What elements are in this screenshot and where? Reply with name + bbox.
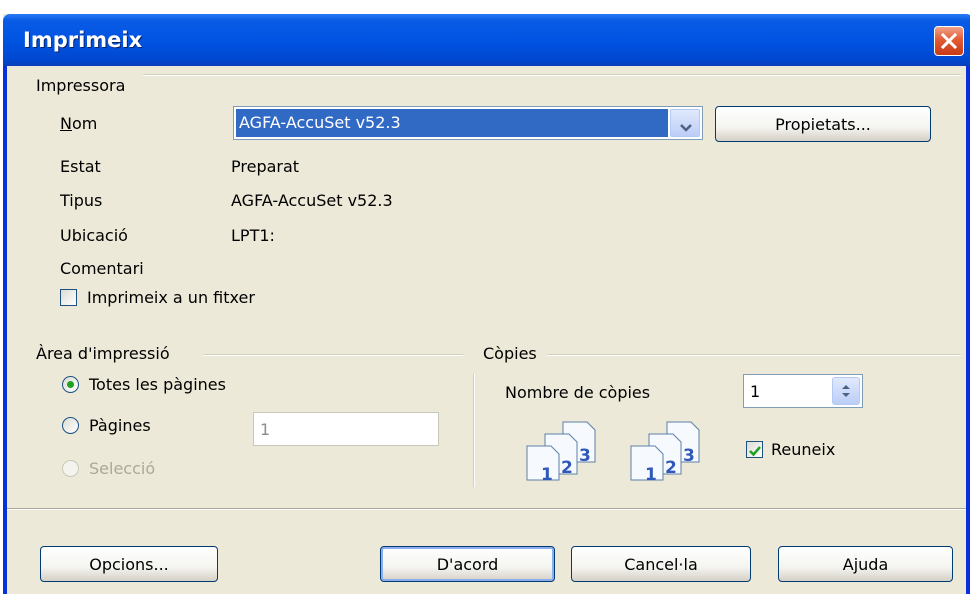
print-area-group-label: Àrea d'impressió <box>36 344 178 363</box>
copy-count-stepper-buttons[interactable] <box>832 377 860 405</box>
copies-group-label: Còpies <box>483 344 545 363</box>
selection-label[interactable]: Selecció <box>89 459 155 478</box>
copy-count-spinner[interactable]: 1 <box>743 374 863 408</box>
collate-label[interactable]: Reuneix <box>771 440 835 459</box>
help-button[interactable]: Ajuda <box>778 546 953 582</box>
dialog-title: Imprimeix <box>23 28 143 52</box>
collate-checkbox[interactable] <box>746 441 763 458</box>
collate-pages-icon-2: 3 2 1 <box>627 416 707 486</box>
radio-selected-dot <box>67 381 74 388</box>
spin-updown-icon <box>840 382 852 404</box>
print-to-file-label[interactable]: Imprimeix a un fitxer <box>87 288 255 307</box>
title-bar[interactable]: Imprimeix <box>3 14 970 66</box>
print-area-group-line <box>203 354 463 356</box>
location-label: Ubicació <box>60 226 128 245</box>
type-value: AGFA-AccuSet v52.3 <box>231 191 393 210</box>
help-button-label: Ajuda <box>842 554 889 574</box>
svg-text:3: 3 <box>683 446 695 466</box>
printer-name-select[interactable]: AGFA-AccuSet v52.3 <box>233 106 703 140</box>
print-to-file-checkbox[interactable] <box>60 289 77 306</box>
printer-name-label: Nom <box>60 114 98 133</box>
all-pages-radio[interactable] <box>62 376 79 393</box>
all-pages-label[interactable]: Totes les pàgines <box>89 375 226 394</box>
pages-label[interactable]: Pàgines <box>89 416 151 435</box>
ok-button[interactable]: D'acord <box>380 546 555 582</box>
svg-text:3: 3 <box>579 446 591 466</box>
options-button[interactable]: Opcions... <box>40 546 218 582</box>
location-value: LPT1: <box>231 226 275 245</box>
printer-dropdown-button[interactable] <box>670 109 700 137</box>
svg-text:2: 2 <box>665 458 677 478</box>
properties-button-label: Propietats... <box>775 114 871 134</box>
printer-group-line <box>143 74 961 76</box>
checkmark-icon <box>748 443 762 462</box>
selection-radio[interactable] <box>62 460 79 477</box>
copies-group-line <box>547 354 961 356</box>
comment-label: Comentari <box>60 259 144 278</box>
pages-range-input[interactable]: 1 <box>253 412 439 446</box>
printer-name-value: AGFA-AccuSet v52.3 <box>239 113 401 132</box>
type-label: Tipus <box>60 191 103 210</box>
button-separator <box>7 508 966 510</box>
status-label: Estat <box>60 157 101 176</box>
window-border-right <box>966 66 970 594</box>
svg-text:1: 1 <box>541 465 553 482</box>
pages-range-value: 1 <box>260 420 271 439</box>
cancel-button-label: Cancel·la <box>624 554 698 574</box>
group-divider <box>473 374 475 487</box>
collate-pages-icon-1: 3 2 1 <box>523 416 603 486</box>
printer-group-label: Impressora <box>36 76 134 95</box>
ok-button-label: D'acord <box>436 554 499 574</box>
copy-count-label: Nombre de còpies <box>505 383 651 402</box>
properties-button[interactable]: Propietats... <box>715 106 931 142</box>
svg-text:2: 2 <box>561 458 573 478</box>
cancel-button[interactable]: Cancel·la <box>571 546 751 582</box>
close-button[interactable] <box>934 26 964 56</box>
window-border-left <box>3 66 7 594</box>
options-button-label: Opcions... <box>89 554 169 574</box>
print-dialog: Imprimeix Impressora Nom AGFA-AccuSet v5… <box>3 14 970 594</box>
status-value: Preparat <box>231 157 300 176</box>
pages-radio[interactable] <box>62 417 79 434</box>
chevron-down-icon <box>679 118 693 137</box>
copy-count-value: 1 <box>750 382 761 401</box>
svg-text:1: 1 <box>645 465 657 482</box>
